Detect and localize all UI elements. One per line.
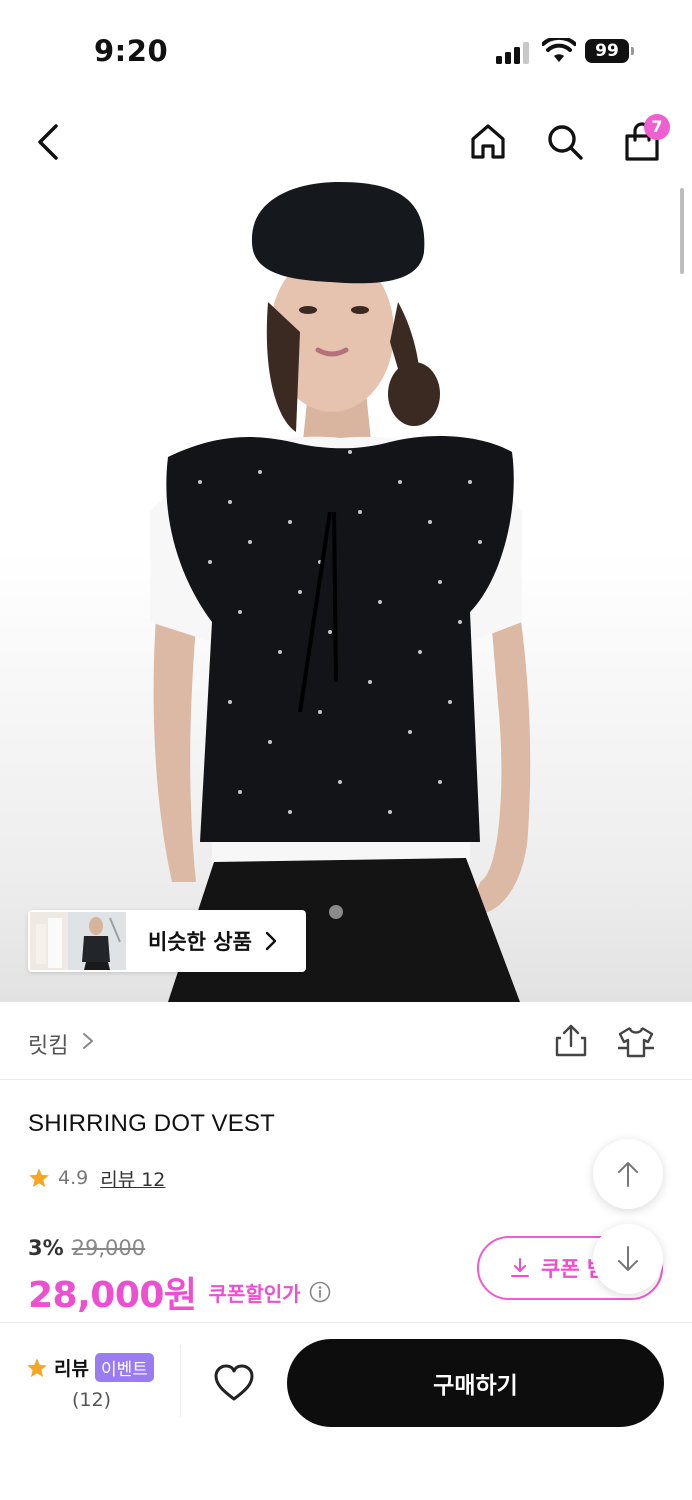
similar-products-button[interactable]: 비슷한 상품	[28, 910, 306, 972]
home-icon	[471, 124, 505, 159]
buy-button[interactable]: 구매하기	[287, 1339, 664, 1427]
chevron-right-icon	[265, 931, 277, 951]
brand-row: 릿킴	[0, 1002, 692, 1080]
discount-percent: 3%	[28, 1236, 64, 1260]
scrollbar[interactable]	[680, 188, 684, 274]
price-row: 28,000원 쿠폰할인가	[28, 1266, 331, 1318]
event-badge: 이벤트	[94, 1353, 154, 1382]
coupon-price-label: 쿠폰할인가	[208, 1281, 301, 1306]
product-image[interactable]	[0, 182, 692, 1002]
wifi-icon	[542, 38, 576, 62]
product-title: SHIRRING DOT VEST	[28, 1110, 275, 1137]
similar-products-thumbnail	[30, 912, 126, 970]
arrow-down-icon	[618, 1246, 638, 1271]
chevron-left-icon	[38, 124, 58, 160]
share-icon[interactable]	[553, 1022, 589, 1058]
hanger-icon[interactable]	[616, 1024, 656, 1060]
review-event-button[interactable]: 리뷰 이벤트	[26, 1353, 154, 1382]
signal-icon	[496, 42, 529, 64]
chevron-right-icon	[83, 1033, 93, 1049]
download-icon	[511, 1258, 529, 1277]
star-icon	[27, 1357, 47, 1377]
top-nav	[0, 100, 692, 184]
original-price: 29,000	[71, 1236, 146, 1260]
battery-icon: 99	[585, 39, 634, 63]
search-button[interactable]	[541, 118, 589, 166]
arrow-up-icon	[618, 1162, 638, 1187]
heart-icon[interactable]	[212, 1363, 256, 1403]
review-link[interactable]: 리뷰 12	[100, 1165, 165, 1192]
review-count: (12)	[72, 1389, 112, 1411]
divider	[180, 1345, 181, 1417]
similar-products-label: 비슷한 상품	[148, 930, 252, 954]
bottom-action-bar: 리뷰 이벤트 (12) 구매하기	[0, 1322, 692, 1500]
scroll-down-button[interactable]	[593, 1224, 663, 1294]
scroll-up-button[interactable]	[593, 1139, 663, 1209]
status-time: 9:20	[94, 34, 169, 68]
star-icon	[29, 1168, 49, 1187]
status-bar: 9:20 99	[0, 0, 692, 100]
search-icon	[548, 125, 583, 160]
rating-score: 4.9	[58, 1167, 89, 1189]
back-button[interactable]	[24, 118, 72, 166]
model-photo	[150, 182, 531, 1002]
brand-link[interactable]: 릿킴	[28, 1028, 68, 1060]
rating-row: 4.9 리뷰 12	[28, 1163, 165, 1193]
discount-row: 3% 29,000	[28, 1236, 145, 1260]
sale-price: 28,000원	[28, 1275, 197, 1316]
review-label: 리뷰	[54, 1358, 89, 1380]
battery-level: 99	[585, 39, 629, 63]
cart-count-badge: 7	[644, 114, 670, 140]
info-icon[interactable]	[309, 1281, 331, 1303]
home-button[interactable]	[464, 118, 512, 166]
